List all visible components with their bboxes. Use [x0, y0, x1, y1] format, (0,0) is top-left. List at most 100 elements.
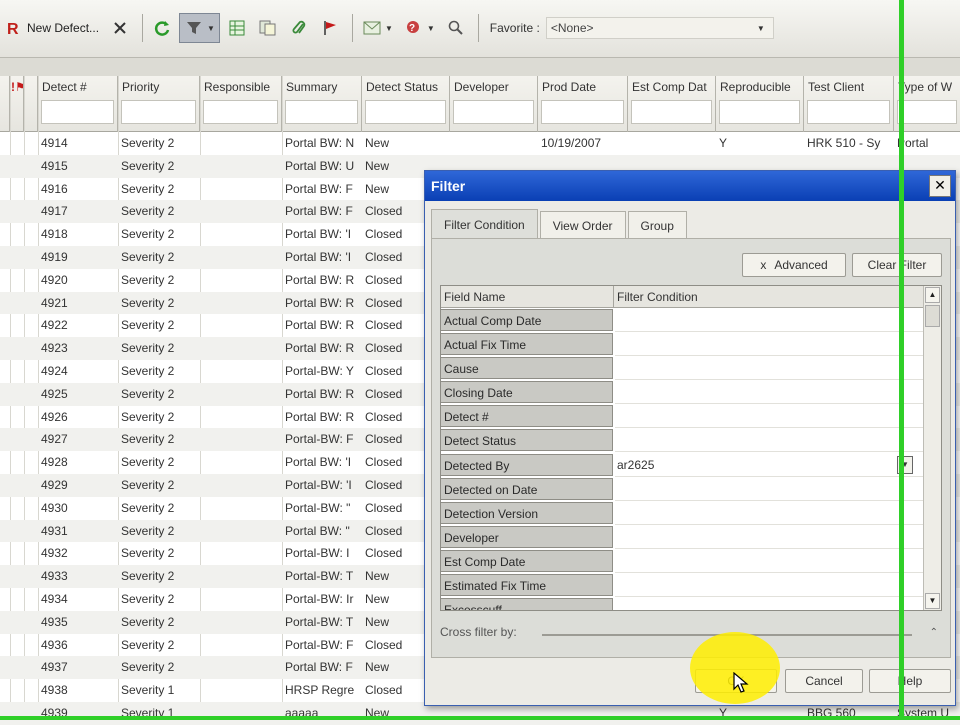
filter-condition-input[interactable] [615, 308, 925, 332]
help-button[interactable]: Help [869, 669, 951, 693]
cell-detect-id: 4930 [41, 500, 68, 515]
copy-button[interactable] [254, 13, 282, 43]
filter-input[interactable] [897, 100, 957, 124]
cell-priority: Severity 2 [121, 227, 175, 242]
chevron-down-icon: ▼ [756, 23, 765, 33]
mail-button[interactable]: ▼ [358, 13, 397, 43]
filter-field-row[interactable]: Detection Version [441, 501, 925, 525]
svg-text:?: ? [409, 23, 415, 34]
filter-field-grid: Field Name Filter Condition Actual Comp … [440, 285, 942, 611]
header-selector[interactable] [0, 76, 10, 132]
filter-input[interactable] [719, 100, 800, 124]
filter-condition-input[interactable] [615, 380, 925, 405]
filter-condition-input[interactable] [615, 501, 925, 525]
scroll-up-icon[interactable]: ▲ [925, 287, 940, 303]
cell-summary: Portal BW: 'I [285, 227, 352, 242]
header-test-client[interactable]: Test Client [804, 76, 894, 132]
filter-field-row[interactable]: Developer [441, 525, 925, 549]
filter-condition-input[interactable] [615, 477, 925, 501]
filter-field-row[interactable]: Excesscuff [441, 597, 925, 610]
expand-icon[interactable]: ⌃ [930, 627, 938, 638]
mail-icon [362, 18, 382, 38]
cell-detect-id: 4918 [41, 227, 68, 242]
filter-field-row[interactable]: Actual Comp Date [441, 308, 925, 332]
filter-input[interactable] [41, 100, 114, 124]
cell-detect-id: 4926 [41, 409, 68, 424]
filter-condition-input[interactable] [615, 428, 925, 453]
copy-icon [258, 18, 278, 38]
grid-view-button[interactable] [223, 13, 251, 43]
cell-priority: Severity 2 [121, 477, 175, 492]
filter-input[interactable] [631, 100, 712, 124]
filter-condition-input[interactable] [615, 332, 925, 357]
filter-field-row[interactable]: Detect # [441, 404, 925, 429]
tab-view-order[interactable]: View Order [539, 211, 626, 239]
tab-filter-condition[interactable]: Filter Condition [431, 209, 538, 239]
filter-field-row[interactable]: Detected By ar2625 ▼ [441, 453, 925, 477]
filter-condition-input[interactable] [615, 356, 925, 381]
header-est-comp-date[interactable]: Est Comp Dat [628, 76, 716, 132]
header-prod-date[interactable]: Prod Date [538, 76, 628, 132]
field-name: Actual Fix Time [441, 333, 613, 356]
filter-field-row[interactable]: Est Comp Date [441, 549, 925, 573]
filter-input[interactable] [121, 100, 196, 124]
header-attachment[interactable] [24, 76, 38, 132]
header-label: Est Comp Dat [632, 80, 707, 94]
attachment-button[interactable] [285, 13, 313, 43]
favorite-select[interactable]: <None> ▼ [545, 17, 774, 39]
filter-condition-input[interactable] [615, 573, 925, 598]
table-row[interactable]: 4914 Severity 2 Portal BW: N New 10/19/2007 Y… [0, 132, 960, 155]
header-reproducible[interactable]: Reproducible [716, 76, 804, 132]
field-name: Closing Date [441, 381, 613, 404]
scroll-thumb[interactable] [925, 305, 940, 327]
cell-priority: Severity 2 [121, 637, 175, 652]
header-label: Summary [286, 80, 338, 94]
cancel-button[interactable]: Cancel [785, 669, 863, 693]
header-priority[interactable]: Priority [118, 76, 200, 132]
filter-button[interactable]: ▼ [179, 13, 220, 43]
advanced-button[interactable]: x Advanced [742, 253, 846, 277]
flag-icon: !⚑ [11, 80, 23, 94]
filter-field-row[interactable]: Estimated Fix Time [441, 573, 925, 598]
filter-field-row[interactable]: Detected on Date [441, 477, 925, 501]
filter-condition-input[interactable] [615, 597, 925, 610]
filter-field-row[interactable]: Cause [441, 356, 925, 381]
cell-detect-id: 4922 [41, 318, 68, 333]
delete-button[interactable] [106, 13, 134, 43]
spelling-button[interactable]: ? ▼ [400, 13, 439, 43]
header-developer[interactable]: Developer [450, 76, 538, 132]
find-button[interactable] [442, 13, 470, 43]
close-button[interactable]: ✕ [929, 175, 951, 197]
header-summary[interactable]: Summary [282, 76, 362, 132]
filter-condition-input[interactable] [615, 404, 925, 429]
filter-field-row[interactable]: Closing Date [441, 380, 925, 405]
cell-summary: Portal BW: R [285, 409, 355, 424]
header-detect-status[interactable]: Detect Status [362, 76, 450, 132]
header-flag[interactable]: !⚑ [10, 76, 24, 132]
flag-button[interactable] [316, 13, 344, 43]
filter-condition-input[interactable]: ar2625 ▼ [615, 453, 925, 477]
tab-group[interactable]: Group [627, 211, 687, 239]
filter-condition-panel: x Advanced Clear Filter Field Name Filter… [431, 238, 951, 658]
filter-grid-header: Field Name Filter Condition [441, 286, 925, 308]
filter-input[interactable] [365, 100, 446, 124]
refresh-icon [152, 18, 172, 38]
filter-input[interactable] [203, 100, 278, 124]
filter-condition-input[interactable] [615, 549, 925, 573]
filter-input[interactable] [541, 100, 624, 124]
filter-field-row[interactable]: Detect Status [441, 428, 925, 453]
filter-input[interactable] [285, 100, 358, 124]
scroll-down-icon[interactable]: ▼ [925, 593, 940, 609]
new-defect-button[interactable]: R New Defect... [0, 13, 103, 43]
dialog-title-bar[interactable]: Filter ✕ [425, 171, 955, 201]
header-detect-id[interactable]: Detect # [38, 76, 118, 132]
filter-input[interactable] [453, 100, 534, 124]
filter-condition-input[interactable] [615, 525, 925, 549]
field-name: Developer [441, 525, 613, 548]
filter-field-row[interactable]: Actual Fix Time [441, 332, 925, 357]
header-responsible[interactable]: Responsible [200, 76, 282, 132]
clear-filter-button[interactable]: Clear Filter [852, 253, 942, 277]
refresh-button[interactable] [148, 13, 176, 43]
filter-input[interactable] [807, 100, 890, 124]
filter-grid-scrollbar[interactable]: ▲ ▼ [923, 286, 941, 610]
